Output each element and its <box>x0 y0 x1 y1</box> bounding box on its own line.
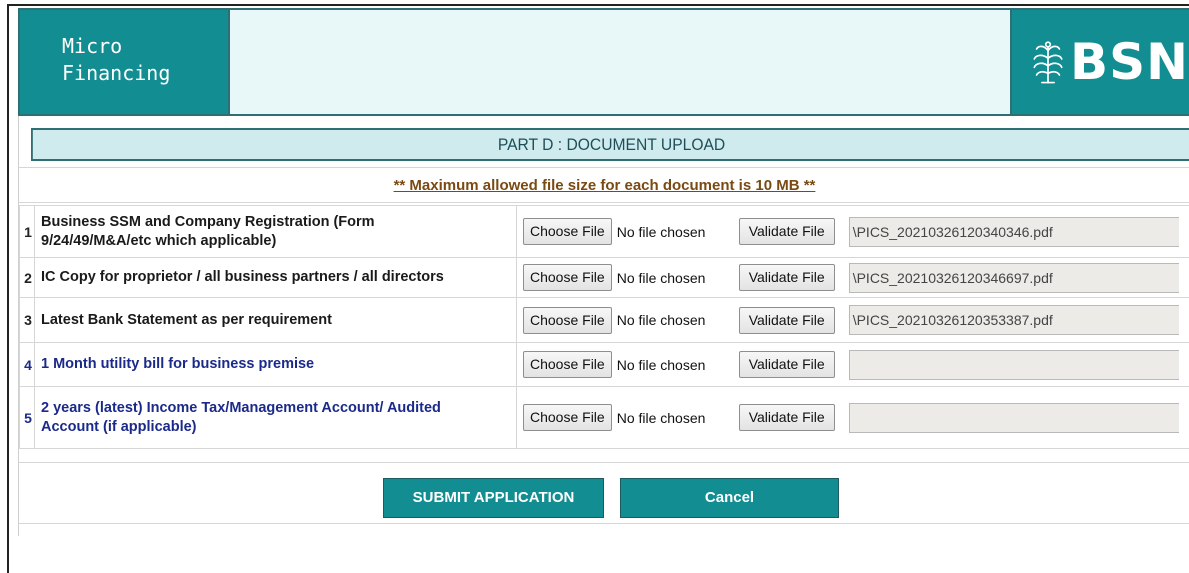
header-banner <box>230 8 1010 116</box>
tree-emblem-icon <box>1033 41 1063 84</box>
document-label-line2: 9/24/49/M&A/etc which applicable) <box>41 232 277 249</box>
section-title: PART D : DOCUMENT UPLOAD <box>31 128 1189 161</box>
bank-name: BSN <box>1070 33 1189 91</box>
file-size-notice-text: ** Maximum allowed file size for each do… <box>393 177 816 194</box>
document-label: 1 Month utility bill for business premis… <box>34 342 517 387</box>
table-row: 4 1 Month utility bill for business prem… <box>19 342 1189 387</box>
upload-controls: Choose File No file chosen Validate File <box>516 342 1189 387</box>
validate-file-button[interactable]: Validate File <box>738 264 835 291</box>
app-brand: Micro Financing <box>18 8 230 116</box>
file-status: No file chosen <box>616 223 706 240</box>
uploaded-path-field <box>848 402 1179 433</box>
document-label-line1: 1 Month utility bill for business premis… <box>41 356 315 372</box>
document-label-line1: IC Copy for proprietor / all business pa… <box>41 269 444 285</box>
validate-file-button[interactable]: Validate File <box>738 404 835 431</box>
document-label-line2: Account (if applicable) <box>41 418 197 435</box>
table-row: 1 Business SSM and Company Registration … <box>19 205 1189 258</box>
form-actions: SUBMIT APPLICATION Cancel <box>19 462 1189 524</box>
document-label: Business SSM and Company Registration (F… <box>34 205 517 258</box>
validate-file-button[interactable]: Validate File <box>738 218 835 245</box>
upload-controls: Choose File No file chosen Validate File… <box>516 205 1189 258</box>
file-status: No file chosen <box>616 269 706 286</box>
file-status: No file chosen <box>616 312 706 328</box>
choose-file-button[interactable]: Choose File <box>523 264 612 291</box>
file-status: No file chosen <box>616 409 706 426</box>
bank-logo: BSN <box>1010 8 1189 116</box>
file-status: No file chosen <box>616 356 706 373</box>
table-row: 3 Latest Bank Statement as per requireme… <box>19 297 1189 343</box>
document-label-line1: 2 years (latest) Income Tax/Management A… <box>41 399 441 416</box>
validate-file-button[interactable]: Validate File <box>738 351 835 378</box>
row-number: 1 <box>19 205 35 258</box>
cancel-button[interactable]: Cancel <box>620 478 839 518</box>
document-label: Latest Bank Statement as per requirement <box>34 297 517 343</box>
choose-file-button[interactable]: Choose File <box>523 306 612 334</box>
table-row: 5 2 years (latest) Income Tax/Management… <box>19 386 1189 449</box>
document-table: 1 Business SSM and Company Registration … <box>19 205 1189 449</box>
page-header: Micro Financing BSN <box>18 8 1189 116</box>
uploaded-path-field <box>848 349 1179 380</box>
choose-file-button[interactable]: Choose File <box>523 351 612 378</box>
row-number: 5 <box>19 386 35 449</box>
file-size-notice: ** Maximum allowed file size for each do… <box>19 167 1189 203</box>
submit-application-button[interactable]: SUBMIT APPLICATION <box>383 478 604 518</box>
choose-file-button[interactable]: Choose File <box>523 218 612 245</box>
upload-controls: Choose File No file chosen Validate File <box>516 386 1189 449</box>
uploaded-path-field: \PICS_20210326120353387.pdf <box>848 305 1179 335</box>
document-label-line1: Latest Bank Statement as per requirement <box>41 311 332 328</box>
document-label: IC Copy for proprietor / all business pa… <box>34 257 517 298</box>
upload-controls: Choose File No file chosen Validate File… <box>516 257 1189 298</box>
document-label: 2 years (latest) Income Tax/Management A… <box>34 386 517 449</box>
section-title-text: PART D : DOCUMENT UPLOAD <box>497 135 726 154</box>
app-brand-line1: Micro <box>62 34 123 58</box>
validate-file-button[interactable]: Validate File <box>738 306 835 334</box>
uploaded-path-field: \PICS_20210326120340346.pdf <box>848 216 1179 247</box>
upload-section: PART D : DOCUMENT UPLOAD ** Maximum allo… <box>18 116 1189 536</box>
app-brand-line2: Financing <box>62 61 171 85</box>
uploaded-path-field: \PICS_20210326120346697.pdf <box>848 262 1179 293</box>
table-row: 2 IC Copy for proprietor / all business … <box>19 257 1189 298</box>
row-number: 3 <box>19 297 35 343</box>
row-number: 2 <box>19 257 35 298</box>
upload-controls: Choose File No file chosen Validate File… <box>516 297 1189 343</box>
document-label-line1: Business SSM and Company Registration (F… <box>41 213 375 230</box>
row-number: 4 <box>19 342 35 387</box>
choose-file-button[interactable]: Choose File <box>523 404 612 431</box>
